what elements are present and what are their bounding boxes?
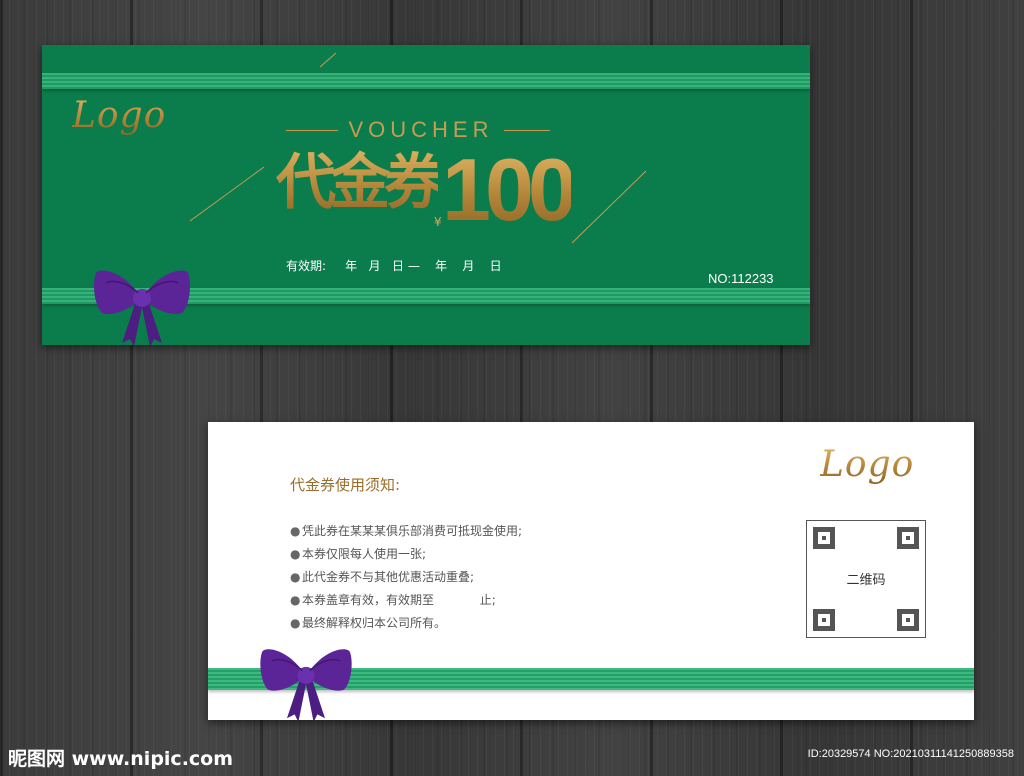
rule-text: 本券盖章有效，有效期至 止;: [302, 593, 496, 607]
voucher-amount: 100: [442, 140, 577, 239]
list-item: ● 最终解释权归本公司所有。: [290, 612, 522, 635]
rule-text: 此代金券不与其他优惠活动重叠;: [302, 570, 475, 584]
qr-corner: [897, 609, 919, 631]
usage-rules-list: ● 凭此券在某某某俱乐部消费可抵现金使用; ● 本券仅限每人使用一张; ● 此代金券不…: [290, 520, 522, 635]
bullet-icon: ●: [290, 616, 301, 630]
usage-notice-title: 代金券使用须知:: [290, 476, 401, 494]
list-item: ● 此代金券不与其他优惠活动重叠;: [290, 566, 522, 589]
list-item: ● 本券仅限每人使用一张;: [290, 543, 522, 566]
qr-corner: [813, 527, 835, 549]
rule-text: 本券仅限每人使用一张;: [302, 547, 427, 561]
qr-corner: [897, 527, 919, 549]
bullet-icon: ●: [290, 524, 301, 538]
voucher-line-right: [504, 130, 550, 131]
bullet-icon: ●: [290, 593, 301, 607]
bow-ribbon-icon: [260, 649, 352, 720]
qr-code-icon: 二维码: [806, 520, 926, 638]
qr-label: 二维码: [846, 573, 886, 588]
rule-text: 凭此券在某某某俱乐部消费可抵现金使用;: [302, 524, 523, 538]
voucher-line-left: [286, 130, 338, 131]
bow-ribbon-icon: [94, 270, 190, 345]
qr-corner: [813, 609, 835, 631]
watermark-id: ID:20329574 NO:20210311141250889358: [807, 748, 1014, 760]
back-logo: Logo: [820, 444, 915, 485]
watermark-site: 昵图网 www.nipic.com: [8, 748, 234, 770]
bullet-icon: ●: [290, 547, 301, 561]
list-item: ● 凭此券在某某某俱乐部消费可抵现金使用;: [290, 520, 522, 543]
validity-period: 有效期: 年 月 日 — 年 月 日: [286, 259, 502, 273]
voucher-back: 代金券使用须知: ● 凭此券在某某某俱乐部消费可抵现金使用; ● 本券仅限每人使用一…: [208, 422, 974, 720]
rule-text: 最终解释权归本公司所有。: [302, 616, 447, 630]
bullet-icon: ●: [290, 570, 301, 584]
list-item: ● 本券盖章有效，有效期至 止;: [290, 589, 522, 612]
currency-symbol: ¥: [434, 215, 442, 229]
voucher-title: 代金券: [276, 143, 444, 223]
serial-number: NO:112233: [708, 271, 774, 286]
voucher-front: Logo VOUCHER 代金券 ¥ 100 有效期: 年 月 日 — 年 月 …: [42, 45, 810, 345]
